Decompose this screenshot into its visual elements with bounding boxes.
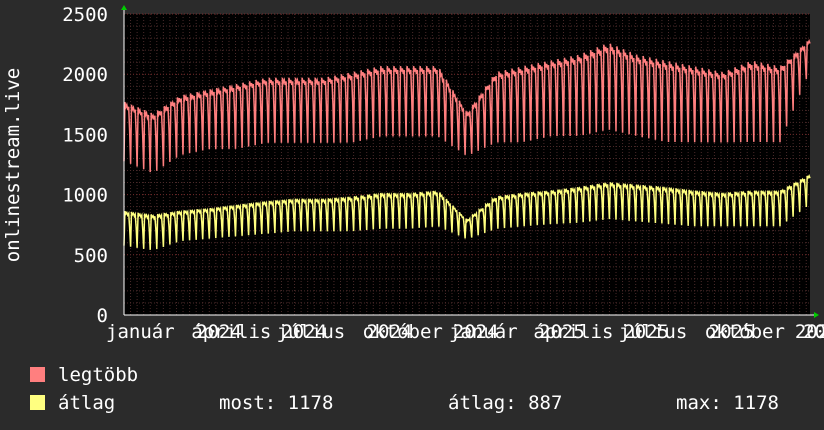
x-tick-labels: január április július október január április j… — [106, 321, 824, 343]
y-tick-label: 2000 — [62, 64, 108, 86]
legend-label-legtobb: legtöbb — [58, 364, 139, 386]
x-tick-year-label: 2024 — [281, 321, 327, 343]
chart-container: 0 500 1000 1500 2000 2500 január április július… — [0, 0, 824, 430]
x-tick-year-label: 2025 — [709, 321, 755, 343]
stat-current-label: most: — [219, 392, 277, 414]
y-axis-arrow — [121, 5, 127, 10]
y-tick-label: 500 — [74, 245, 108, 267]
legend-label-atlag: átlag — [58, 392, 116, 414]
y-tick-labels: 05001000150020002500 — [62, 4, 108, 327]
x-tick-year-label: 2025 — [539, 321, 585, 343]
x-tick-year-label: 2024 — [367, 321, 413, 343]
x-tick-year-label: 2025 — [623, 321, 669, 343]
stat-average: átlag: 887 — [448, 392, 562, 414]
stat-current-value: 1178 — [287, 392, 334, 414]
plot-background — [124, 14, 810, 315]
legend-swatch-legtobb — [30, 367, 45, 382]
y-tick-label: 1500 — [62, 124, 108, 146]
x-tick-label: január — [106, 321, 175, 343]
stat-max-value: 1178 — [733, 392, 779, 414]
x-tick-year-label: 2024 — [196, 321, 242, 343]
x-axis-arrow — [814, 312, 819, 318]
stat-average-label: átlag: — [448, 392, 517, 414]
stat-max: max: 1178 — [676, 392, 779, 414]
x-tick-year-label: 2025 — [795, 321, 824, 343]
y-tick-label: 1000 — [62, 185, 108, 207]
y-tick-label: 2500 — [62, 4, 108, 26]
stat-current: most: 1178 — [219, 392, 333, 414]
stat-average-value: 887 — [528, 392, 563, 414]
stat-max-label: max: — [676, 392, 722, 414]
legend-swatch-atlag — [30, 395, 45, 410]
x-tick-year-label: 2024 — [453, 321, 499, 343]
y-axis-label: onlinestream.live — [2, 67, 24, 263]
